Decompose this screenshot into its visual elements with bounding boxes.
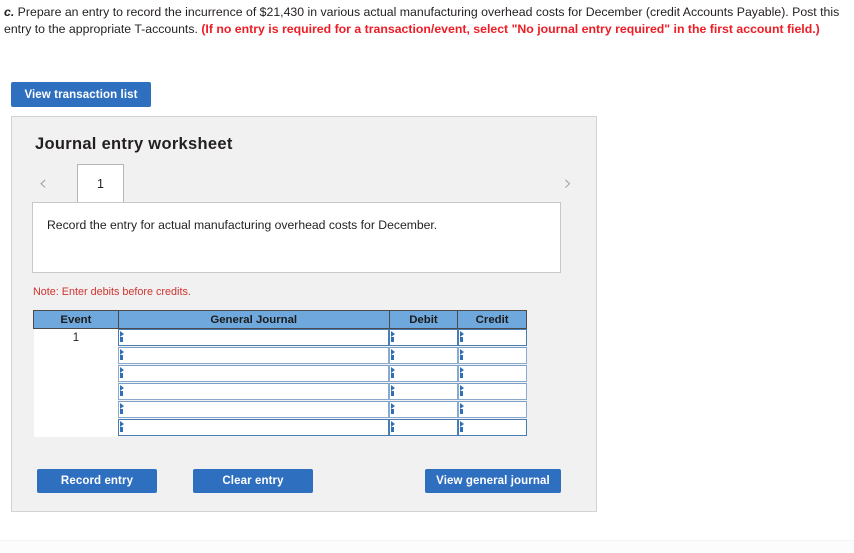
debit-cell[interactable] <box>389 347 458 365</box>
question-alert: (If no entry is required for a transacti… <box>201 21 820 36</box>
debit-input-3[interactable] <box>389 365 458 382</box>
debit-cell[interactable] <box>389 365 458 383</box>
question-label: c. <box>4 5 15 19</box>
event-number-cell <box>33 418 119 437</box>
credit-input-5[interactable] <box>457 401 527 418</box>
credit-cell[interactable] <box>457 401 527 419</box>
record-entry-button[interactable]: Record entry <box>37 469 157 493</box>
credit-input-6[interactable] <box>457 419 527 436</box>
journal-entry-worksheet-panel: Journal entry worksheet ‹ 1 › Record the… <box>11 116 597 512</box>
event-number-cell: 1 <box>33 328 119 347</box>
debit-input-1[interactable] <box>389 329 458 347</box>
credit-input-4[interactable] <box>457 383 527 400</box>
debit-input-4[interactable] <box>389 383 458 400</box>
debit-input-2[interactable] <box>389 347 458 364</box>
account-select-3[interactable] <box>118 365 390 382</box>
table-row <box>33 382 527 401</box>
credit-cell[interactable] <box>457 419 527 437</box>
page-bottom-band <box>0 540 854 553</box>
view-transaction-list-button[interactable]: View transaction list <box>11 82 151 107</box>
view-general-journal-button[interactable]: View general journal <box>425 469 561 493</box>
table-header-row: Event General Journal Debit Credit <box>33 310 527 329</box>
debit-cell[interactable] <box>389 419 458 437</box>
worksheet-tab-1[interactable]: 1 <box>77 164 124 203</box>
account-select-1[interactable] <box>118 329 390 347</box>
table-row <box>33 400 527 419</box>
instruction-text: Record the entry for actual manufacturin… <box>47 218 438 232</box>
instruction-box: Record the entry for actual manufacturin… <box>32 202 561 273</box>
table-row <box>33 364 527 383</box>
column-header-credit: Credit <box>457 310 527 329</box>
column-header-event: Event <box>33 310 119 329</box>
general-journal-cell[interactable] <box>118 365 390 383</box>
debits-before-credits-note: Note: Enter debits before credits. <box>33 286 191 298</box>
credit-input-1[interactable] <box>457 329 527 347</box>
chevron-right-icon[interactable]: › <box>557 168 579 198</box>
account-select-2[interactable] <box>118 347 390 364</box>
debit-input-5[interactable] <box>389 401 458 418</box>
credit-cell[interactable] <box>457 347 527 365</box>
account-select-5[interactable] <box>118 401 390 418</box>
general-journal-cell[interactable] <box>118 419 390 437</box>
debit-cell[interactable] <box>389 401 458 419</box>
chevron-left-icon[interactable]: ‹ <box>32 168 54 198</box>
debit-cell[interactable] <box>389 383 458 401</box>
event-number-cell <box>33 364 119 383</box>
credit-cell[interactable] <box>457 383 527 401</box>
clear-entry-button[interactable]: Clear entry <box>193 469 313 493</box>
event-number-cell <box>33 346 119 365</box>
account-select-6[interactable] <box>118 419 390 436</box>
question-prompt: c. Prepare an entry to record the incurr… <box>4 4 842 37</box>
journal-entry-table: Event General Journal Debit Credit 1 <box>33 310 527 437</box>
event-number-cell <box>33 400 119 419</box>
table-row <box>33 346 527 365</box>
credit-input-3[interactable] <box>457 365 527 382</box>
column-header-general-journal: General Journal <box>117 310 390 329</box>
credit-cell[interactable] <box>457 365 527 383</box>
general-journal-cell[interactable] <box>118 401 390 419</box>
page-title: Journal entry worksheet <box>35 135 233 153</box>
general-journal-cell[interactable] <box>118 329 390 347</box>
debit-input-6[interactable] <box>389 419 458 436</box>
debit-cell[interactable] <box>389 329 458 347</box>
event-number-cell <box>33 382 119 401</box>
table-row <box>33 418 527 437</box>
general-journal-cell[interactable] <box>118 347 390 365</box>
column-header-debit: Debit <box>388 310 459 329</box>
account-select-4[interactable] <box>118 383 390 400</box>
worksheet-tab-strip: ‹ 1 › <box>32 164 579 203</box>
credit-cell[interactable] <box>457 329 527 347</box>
table-row: 1 <box>33 328 527 347</box>
credit-input-2[interactable] <box>457 347 527 364</box>
general-journal-cell[interactable] <box>118 383 390 401</box>
